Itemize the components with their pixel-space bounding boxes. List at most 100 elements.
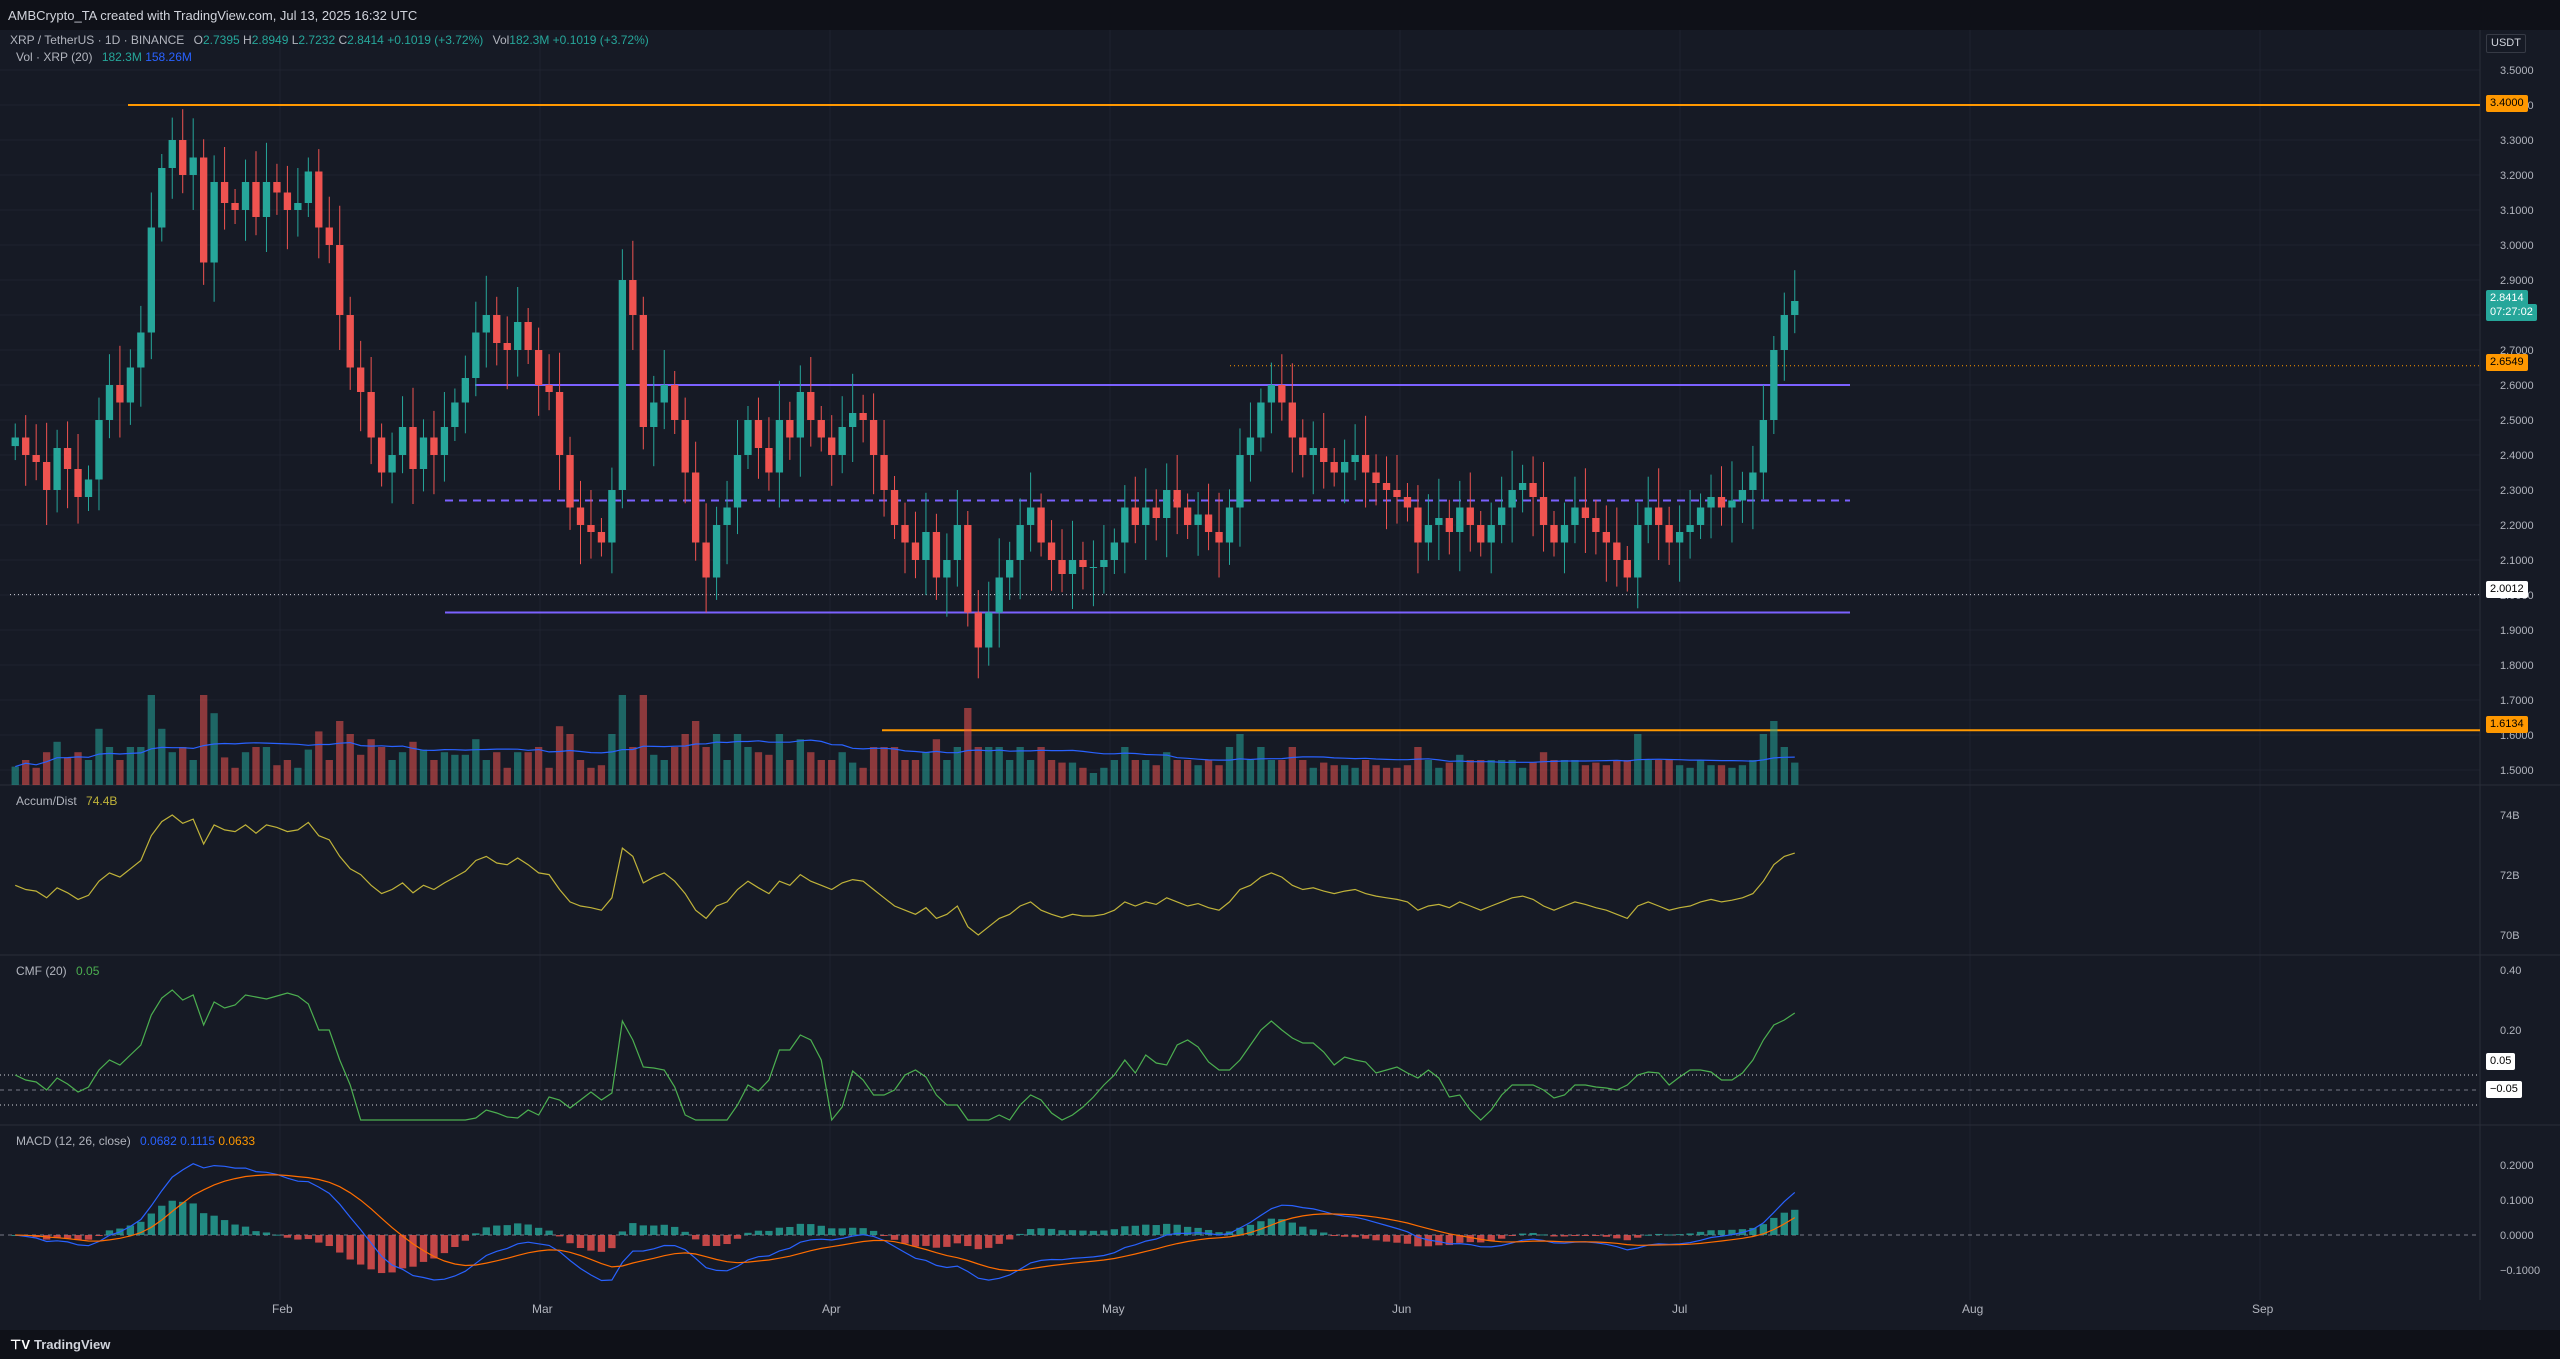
- volume-bar-30: [325, 760, 333, 785]
- volume-bar-160: [1686, 767, 1694, 785]
- macd-hist-44: [472, 1233, 480, 1235]
- candle-72: [765, 448, 773, 473]
- candle-17: [189, 157, 197, 175]
- candle-144: [1518, 483, 1527, 490]
- candle-149: [1571, 507, 1579, 525]
- macd-hist-125: [1320, 1232, 1328, 1235]
- volume-bar-3: [42, 752, 51, 785]
- macd-hist-48: [514, 1223, 522, 1235]
- macd-hist-66: [702, 1235, 710, 1246]
- macd-hist-61: [650, 1225, 658, 1235]
- candle-169: [1780, 315, 1788, 350]
- tradingview-logo[interactable]: ⊤V TradingView: [10, 1337, 110, 1353]
- macd-hist-96: [1016, 1233, 1024, 1235]
- volume-legend: Vol · XRP (20) 182.3M 158.26M: [16, 50, 192, 64]
- candle-61: [650, 402, 658, 427]
- volume-bar-57: [608, 734, 616, 785]
- trading-chart[interactable]: 3.5000 3.4000 3.3000 3.2000 3.1000 3.0000 2.90…: [0, 30, 2560, 1330]
- volume-bar-78: [828, 760, 836, 785]
- macd-hist-54: [576, 1235, 585, 1249]
- volume-bar-15: [168, 752, 176, 785]
- macd-hist-155: [1634, 1235, 1642, 1238]
- volume-bar-142: [1498, 760, 1506, 785]
- candle-58: [618, 280, 627, 490]
- candle-68: [723, 507, 731, 525]
- volume-bar-128: [1351, 767, 1359, 785]
- volume-bar-135: [1424, 760, 1433, 785]
- candle-29: [315, 171, 323, 228]
- macd-hist-145: [1529, 1232, 1537, 1235]
- macd-hist-82: [869, 1230, 878, 1235]
- macd-tick-3: −0.1000: [2500, 1265, 2540, 1277]
- volume-bar-42: [451, 754, 459, 785]
- candle-52: [555, 392, 564, 455]
- candle-124: [1309, 448, 1317, 455]
- volume-bar-119: [1257, 747, 1265, 785]
- macd-signal-value: 0.1115: [180, 1134, 216, 1148]
- candle-74: [786, 420, 794, 438]
- macd-hist-17: [189, 1203, 197, 1235]
- volume-bar-156: [1644, 760, 1652, 785]
- candle-0: [11, 437, 19, 447]
- volume-bar-25: [273, 765, 281, 785]
- macd-hist-63: [671, 1226, 679, 1235]
- macd-hist-7: [84, 1235, 93, 1240]
- caption-text: AMBCrypto_TA created with TradingView.co…: [8, 8, 418, 23]
- candle-47: [503, 343, 511, 350]
- volume-bar-19: [210, 713, 218, 785]
- macd-hist-128: [1351, 1235, 1359, 1238]
- volume-bar-109: [1152, 765, 1160, 785]
- macd-hist-104: [1100, 1230, 1108, 1235]
- macd-hist-28: [304, 1235, 312, 1240]
- close-value: 2.8414: [347, 33, 384, 47]
- volume-bar-110: [1163, 752, 1171, 785]
- candle-135: [1424, 525, 1433, 543]
- candle-129: [1361, 455, 1370, 473]
- candle-33: [357, 367, 365, 392]
- macd-hist-36: [388, 1235, 396, 1273]
- volume-bar-21: [231, 767, 239, 785]
- cmf-line: [14, 989, 1796, 1122]
- candle-134: [1414, 507, 1422, 543]
- volume-bar-74: [786, 760, 794, 785]
- candle-93: [985, 612, 993, 648]
- price-tick-18: 1.7000: [2500, 695, 2534, 707]
- volume-bar-9: [105, 747, 114, 785]
- macd-hist-109: [1152, 1225, 1160, 1235]
- candle-6: [74, 469, 82, 497]
- candle-50: [534, 350, 543, 385]
- candle-112: [1183, 507, 1192, 525]
- time-axis[interactable]: Feb Mar Apr May Jun Jul Aug Sep: [272, 1302, 2274, 1316]
- symbol-name[interactable]: XRP / TetherUS · 1D · BINANCE: [10, 33, 184, 47]
- volume-bar-27: [294, 767, 302, 785]
- volume-bar-121: [1278, 760, 1286, 785]
- price-tick-9: 2.6000: [2500, 380, 2534, 392]
- volume-bar-141: [1487, 760, 1495, 785]
- level-tag-bottom: 1.6134: [2486, 716, 2528, 733]
- ad-tick-2: 70B: [2500, 930, 2520, 942]
- currency-button[interactable]: USDT: [2486, 34, 2526, 53]
- candle-11: [126, 367, 135, 403]
- signal-line: [15, 1174, 1796, 1272]
- macd-hist-43: [461, 1235, 470, 1241]
- volume-bar-111: [1173, 760, 1181, 785]
- macd-hist-78: [828, 1228, 836, 1235]
- candle-70: [744, 420, 752, 455]
- candle-19: [210, 182, 218, 263]
- volume-bar-165: [1738, 765, 1747, 785]
- candle-23: [252, 182, 260, 217]
- volume-bar-139: [1466, 760, 1474, 785]
- volume-bar-154: [1623, 760, 1631, 785]
- cmf-tick-1: 0.20: [2500, 1025, 2521, 1037]
- candle-141: [1487, 525, 1495, 543]
- volume-bar-2: [32, 767, 40, 785]
- macd-hist-158: [1665, 1234, 1673, 1236]
- price-tick-17: 1.8000: [2500, 660, 2534, 672]
- volume-bar-59: [629, 747, 637, 785]
- candle-113: [1194, 514, 1202, 525]
- price-tick-5: 3.0000: [2500, 240, 2534, 252]
- volume-bar-83: [880, 747, 888, 785]
- volume-bar-58: [618, 695, 627, 785]
- time-label-6: Aug: [1962, 1302, 1983, 1316]
- ad-line: [15, 814, 1795, 936]
